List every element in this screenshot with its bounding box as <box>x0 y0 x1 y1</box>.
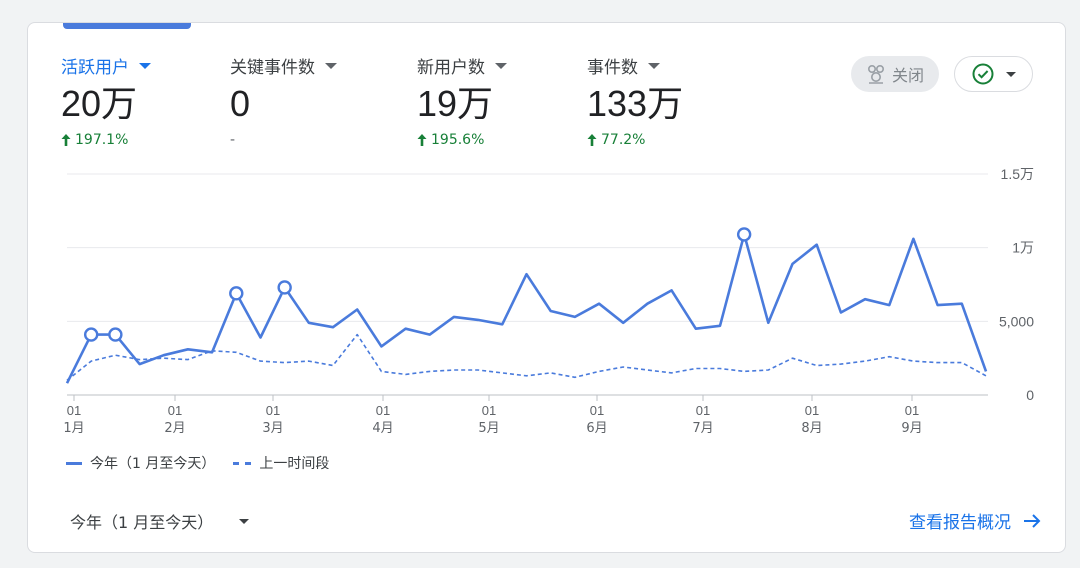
overview-card: 活跃用户 20万 197.1% 关键事件数 0 - 新用户数 19万 195.6… <box>27 22 1066 553</box>
report-link-label: 查看报告概况 <box>909 513 1011 533</box>
anomaly-marker <box>229 286 244 301</box>
x-tick-day: 01 <box>696 403 710 418</box>
anomaly-marker <box>108 327 123 342</box>
anomaly-marker <box>736 227 752 242</box>
chart-legend: 今年（1 月至今天） 上一时间段 <box>66 453 329 473</box>
x-tick-month: 9月 <box>901 421 922 436</box>
x-tick-day: 01 <box>266 403 280 418</box>
legend-label: 上一时间段 <box>259 456 330 472</box>
x-tick-day: 01 <box>905 403 919 418</box>
caret-down-icon <box>239 518 250 524</box>
x-tick-day: 01 <box>805 403 819 418</box>
x-tick-day: 01 <box>482 403 496 418</box>
date-range-select[interactable]: 今年（1 月至今天） <box>70 509 250 533</box>
x-tick-month: 2月 <box>164 421 185 436</box>
x-tick-month: 1月 <box>63 421 84 436</box>
series-line-current <box>65 233 988 384</box>
y-tick-label: 0 <box>1026 387 1034 403</box>
x-tick-month: 5月 <box>478 421 499 436</box>
legend-label: 今年（1 月至今天） <box>90 456 216 472</box>
anomaly-marker <box>277 280 292 295</box>
arrow-right-icon <box>1024 513 1041 528</box>
x-tick-day: 01 <box>376 403 390 418</box>
y-tick-label: 1万 <box>1012 240 1034 256</box>
view-report-link[interactable]: 查看报告概况 <box>909 508 1041 533</box>
x-tick-month: 6月 <box>586 421 607 436</box>
x-tick-month: 4月 <box>372 421 393 436</box>
x-tick-month: 7月 <box>692 421 713 436</box>
anomaly-marker <box>83 327 99 342</box>
x-tick-month: 3月 <box>262 421 283 436</box>
legend-dashed-line-icon <box>233 461 252 465</box>
legend-solid-line-icon <box>66 461 82 465</box>
date-range-label: 今年（1 月至今天） <box>70 513 214 532</box>
y-tick-label: 1.5万 <box>1001 166 1034 182</box>
y-tick-label: 5,000 <box>999 313 1034 329</box>
x-tick-day: 01 <box>590 403 604 418</box>
legend-item-current: 今年（1 月至今天） <box>66 453 215 473</box>
x-tick-month: 8月 <box>801 421 822 436</box>
x-tick-day: 01 <box>168 403 182 418</box>
series-line-previous <box>66 333 987 381</box>
line-chart: 1.5万 1万 5,000 0 01 1月 01 2月 01 3月 01 4月 01 5月 01 6月 01 7月… <box>63 166 1034 436</box>
x-tick-day: 01 <box>67 403 81 418</box>
legend-item-previous: 上一时间段 <box>233 453 329 473</box>
